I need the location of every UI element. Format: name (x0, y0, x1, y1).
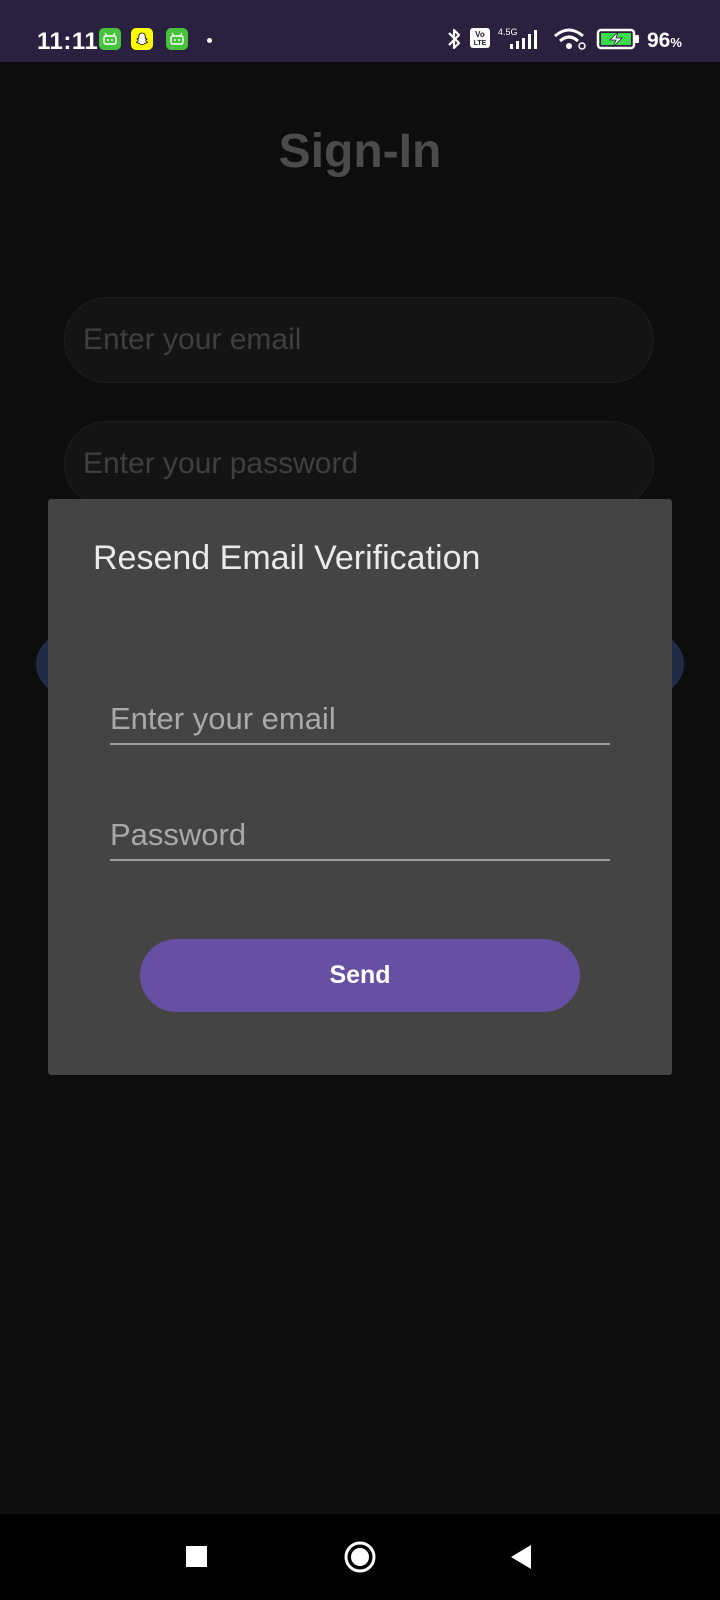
send-button[interactable]: Send (140, 939, 580, 1012)
home-button[interactable] (320, 1514, 400, 1600)
status-bar: 11:11 Vo LTE 4.5G 96% (0, 0, 720, 62)
back-button[interactable] (480, 1514, 560, 1600)
resend-verification-dialog: Resend Email Verification Send (48, 499, 672, 1075)
bluetooth-icon (448, 28, 461, 50)
password-field[interactable]: Enter your password (64, 421, 654, 507)
navigation-bar (0, 1514, 720, 1600)
status-time: 11:11 (37, 28, 99, 55)
svg-text:4.5G: 4.5G (498, 27, 518, 37)
page-title: Sign-In (278, 125, 442, 178)
recents-button[interactable] (157, 1514, 237, 1600)
back-icon (511, 1545, 531, 1569)
svg-text:Vo: Vo (475, 30, 485, 39)
cell-signal-icon: 4.5G (498, 27, 537, 49)
volte-icon: Vo LTE (470, 28, 490, 48)
wifi-icon (554, 28, 586, 50)
snapchat-icon (131, 28, 153, 50)
dialog-password-field[interactable] (110, 805, 610, 861)
dialog-password-input[interactable] (110, 805, 610, 859)
battery-icon (596, 28, 639, 50)
dialog-title: Resend Email Verification (93, 539, 481, 577)
email-field[interactable]: Enter your email (64, 297, 654, 383)
home-icon (344, 1541, 376, 1573)
android-app-icon (99, 28, 121, 50)
more-notifications-dot (207, 38, 212, 43)
battery-percent: 96% (647, 29, 682, 52)
android-app-icon (166, 28, 188, 50)
recents-icon (186, 1546, 207, 1567)
dialog-email-field[interactable] (110, 689, 610, 745)
svg-text:LTE: LTE (474, 40, 487, 47)
dialog-email-input[interactable] (110, 689, 610, 743)
